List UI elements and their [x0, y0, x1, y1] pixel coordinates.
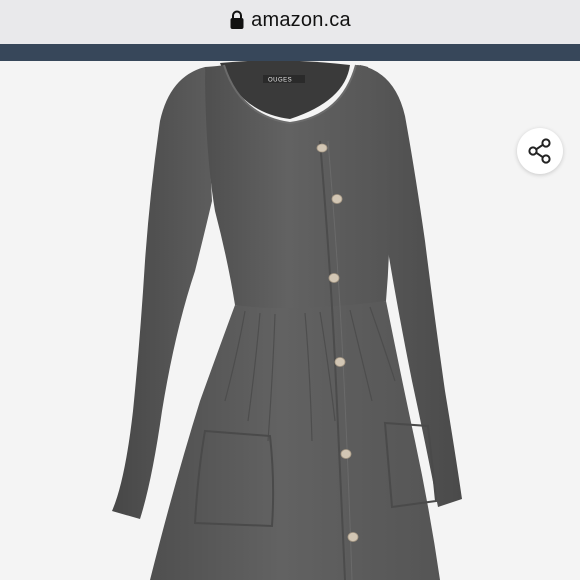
- screen: amazon.ca OUGES: [0, 0, 580, 580]
- dress-image[interactable]: OUGES: [0, 61, 580, 580]
- url-text[interactable]: amazon.ca: [251, 9, 351, 32]
- product-image-area[interactable]: OUGES: [0, 61, 580, 580]
- skirt: [150, 301, 440, 580]
- browser-address-bar[interactable]: amazon.ca: [0, 0, 580, 44]
- share-button[interactable]: [517, 128, 563, 174]
- lock-icon: [229, 10, 245, 30]
- amazon-header-strip: [0, 44, 580, 61]
- brand-tag: OUGES: [268, 78, 292, 84]
- share-icon: [528, 138, 551, 164]
